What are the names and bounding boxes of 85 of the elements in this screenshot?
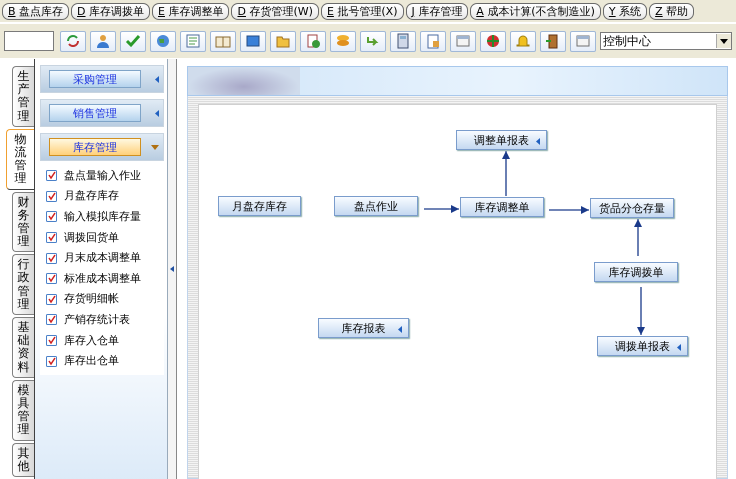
menu-item[interactable]: 产销存统计表 <box>64 312 130 327</box>
dropdown[interactable]: 控制中心 <box>600 32 732 50</box>
menu-item[interactable]: 月末成本调整单 <box>64 250 141 266</box>
clipboard-icon <box>46 169 57 182</box>
flowchart-node[interactable]: 库存调整单 <box>460 197 544 217</box>
ball-icon <box>485 33 501 49</box>
menu-item[interactable]: Z 帮助 <box>649 3 694 20</box>
arrow <box>549 206 589 214</box>
clipboard-icon <box>46 231 57 244</box>
globe-icon <box>155 33 171 49</box>
menu-item[interactable]: Y 系统 <box>602 3 648 20</box>
arrow <box>634 219 642 256</box>
toolbar-button[interactable] <box>450 30 476 52</box>
input-field[interactable] <box>4 31 54 51</box>
toolbar-button[interactable] <box>480 30 506 52</box>
clipboard-icon <box>46 190 57 202</box>
flowchart-node[interactable]: 月盘存库存 <box>218 196 301 216</box>
window-icon <box>575 33 591 49</box>
section-button[interactable]: 库存管理 <box>49 138 141 156</box>
menu-item[interactable]: 月盘存库存 <box>64 188 119 204</box>
toolbar-button[interactable] <box>390 30 416 52</box>
menu-item[interactable]: E 批号管理(X) <box>320 3 404 20</box>
arrow <box>637 287 645 335</box>
menu-item[interactable]: D 库存调拨单 <box>71 3 150 20</box>
menu-item[interactable]: 库存入仓单 <box>64 332 119 348</box>
side-tab[interactable]: 其他 <box>12 442 34 477</box>
clipboard-icon <box>46 292 57 305</box>
clipboard-icon <box>46 313 57 326</box>
menu-item[interactable]: 存货明细帐 <box>64 291 119 306</box>
side-tab[interactable]: 行政管理 <box>12 254 34 315</box>
menu-item[interactable]: J 库存管理 <box>406 3 468 20</box>
toolbar-button[interactable] <box>570 30 596 52</box>
arrow <box>502 151 510 196</box>
side-tab[interactable]: 财务管理 <box>12 192 34 252</box>
caret-icon <box>155 110 159 116</box>
menu-item[interactable]: D 存货管理(W) <box>231 3 319 20</box>
checkmark-icon <box>125 33 141 49</box>
caret-icon <box>536 138 540 145</box>
section-button[interactable]: 销售管理 <box>49 104 141 122</box>
menu-item[interactable]: B 盘点库存 <box>2 3 70 20</box>
menu-item[interactable]: 标准成本调整单 <box>64 270 141 286</box>
refresh-icon <box>65 33 81 49</box>
toolbar-button[interactable] <box>180 30 206 52</box>
section-button[interactable]: 采购管理 <box>49 70 141 88</box>
toolbar-button[interactable] <box>240 30 266 52</box>
document-icon <box>185 33 201 49</box>
menu-item[interactable]: 调拨回货单 <box>64 230 119 245</box>
clipboard-icon <box>46 272 57 284</box>
flowchart-node[interactable]: 盘点作业 <box>334 196 418 216</box>
clipboard-icon <box>46 354 57 367</box>
flowchart-node[interactable]: 库存报表 <box>318 318 409 338</box>
side-tab[interactable]: 基础资料 <box>12 317 34 378</box>
flowchart-node[interactable]: 调拨单报表 <box>597 336 688 356</box>
menu-item[interactable]: A 成本计算(不含制造业) <box>470 3 601 20</box>
toolbar-button[interactable] <box>60 30 86 52</box>
monitor-icon <box>245 33 261 49</box>
arrow <box>424 205 459 213</box>
clipboard-icon <box>46 334 57 346</box>
collapse-icon[interactable] <box>170 266 174 272</box>
flowchart-node[interactable]: 货品分仓存量 <box>590 198 674 218</box>
side-tab[interactable]: 物流管理 <box>6 128 34 190</box>
caret-icon <box>155 76 159 82</box>
caret-icon <box>151 144 159 150</box>
menu-item[interactable]: E 库存调整单 <box>152 3 230 20</box>
menu-item[interactable]: 盘点量输入作业 <box>64 168 141 183</box>
clipboard-icon <box>46 210 57 222</box>
window-icon <box>455 33 471 49</box>
bell-icon <box>515 33 531 49</box>
toolbar-button[interactable] <box>540 30 566 52</box>
coin-icon <box>335 33 351 49</box>
user-icon <box>95 33 111 49</box>
clipboard-icon <box>46 252 57 264</box>
flowchart-node[interactable]: 库存调拨单 <box>594 262 678 282</box>
side-tab[interactable]: 生产管理 <box>12 66 34 127</box>
toolbar-button[interactable] <box>210 30 236 52</box>
menu-item[interactable]: 库存出仓单 <box>64 353 119 368</box>
caret-icon <box>720 38 728 44</box>
caret-icon <box>398 326 402 333</box>
toolbar-button[interactable] <box>300 30 326 52</box>
flowchart-node[interactable]: 调整单报表 <box>456 130 547 150</box>
side-tab[interactable]: 模具管理 <box>12 380 34 440</box>
toolbar-button[interactable] <box>420 30 446 52</box>
caret-icon <box>677 344 681 351</box>
menu-item[interactable]: 输入模拟库存量 <box>64 208 141 224</box>
clipboard-icon <box>425 33 441 49</box>
